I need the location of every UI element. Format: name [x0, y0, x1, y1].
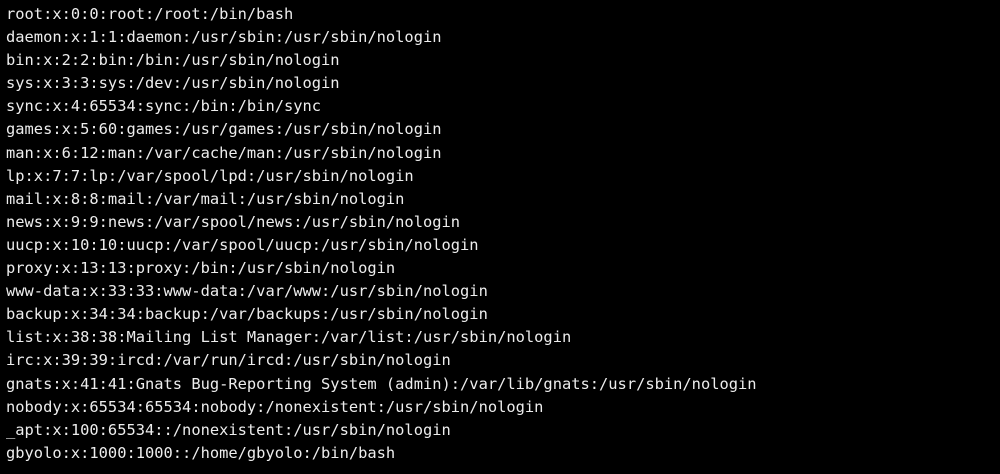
- terminal-line-backup: backup:x:34:34:backup:/var/backups:/usr/…: [6, 303, 1000, 326]
- terminal-line-sync: sync:x:4:65534:sync:/bin:/bin/sync: [6, 95, 1000, 118]
- terminal-line-lp: lp:x:7:7:lp:/var/spool/lpd:/usr/sbin/nol…: [6, 165, 1000, 188]
- terminal-line-www-data: www-data:x:33:33:www-data:/var/www:/usr/…: [6, 280, 1000, 303]
- terminal-line-man: man:x:6:12:man:/var/cache/man:/usr/sbin/…: [6, 142, 1000, 165]
- terminal-line-proxy: proxy:x:13:13:proxy:/bin:/usr/sbin/nolog…: [6, 257, 1000, 280]
- terminal-line-gbyolo: gbyolo:x:1000:1000::/home/gbyolo:/bin/ba…: [6, 442, 1000, 465]
- terminal-window[interactable]: root:x:0:0:root:/root:/bin/bash daemon:x…: [0, 0, 1000, 474]
- terminal-line-root: root:x:0:0:root:/root:/bin/bash: [6, 3, 1000, 26]
- terminal-line-nobody: nobody:x:65534:65534:nobody:/nonexistent…: [6, 396, 1000, 419]
- terminal-line-uucp: uucp:x:10:10:uucp:/var/spool/uucp:/usr/s…: [6, 234, 1000, 257]
- terminal-line-bin: bin:x:2:2:bin:/bin:/usr/sbin/nologin: [6, 49, 1000, 72]
- terminal-line-mail: mail:x:8:8:mail:/var/mail:/usr/sbin/nolo…: [6, 188, 1000, 211]
- terminal-line-games: games:x:5:60:games:/usr/games:/usr/sbin/…: [6, 118, 1000, 141]
- terminal-line-irc: irc:x:39:39:ircd:/var/run/ircd:/usr/sbin…: [6, 349, 1000, 372]
- terminal-line-list: list:x:38:38:Mailing List Manager:/var/l…: [6, 326, 1000, 349]
- terminal-line-apt: _apt:x:100:65534::/nonexistent:/usr/sbin…: [6, 419, 1000, 442]
- terminal-line-news: news:x:9:9:news:/var/spool/news:/usr/sbi…: [6, 211, 1000, 234]
- terminal-line-daemon: daemon:x:1:1:daemon:/usr/sbin:/usr/sbin/…: [6, 26, 1000, 49]
- terminal-line-gnats: gnats:x:41:41:Gnats Bug-Reporting System…: [6, 373, 1000, 396]
- terminal-line-sys: sys:x:3:3:sys:/dev:/usr/sbin/nologin: [6, 72, 1000, 95]
